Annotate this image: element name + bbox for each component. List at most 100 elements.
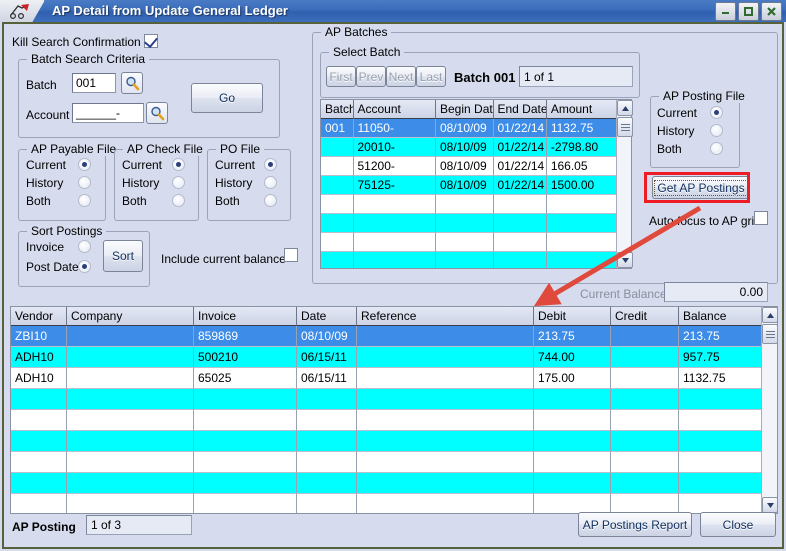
maximize-button[interactable]	[738, 2, 759, 21]
column-header[interactable]: Invoice	[194, 307, 297, 326]
table-cell	[297, 494, 357, 513]
table-cell	[679, 410, 763, 431]
table-row[interactable]	[11, 431, 777, 452]
auto-focus-checkbox[interactable]	[754, 211, 768, 225]
column-header[interactable]: Company	[67, 307, 194, 326]
ap-posting-history-label: History	[657, 124, 695, 138]
table-cell	[534, 389, 611, 410]
table-cell: 500210	[194, 347, 297, 368]
table-cell	[493, 233, 547, 252]
ap-payable-current-radio[interactable]	[78, 158, 91, 171]
batch-position-field: 1 of 1	[519, 66, 633, 87]
table-row[interactable]: ADH10 500210 06/15/11 744.00 957.75	[11, 347, 777, 368]
table-row[interactable]: 001 11050- 08/10/09 01/22/14 1132.75	[321, 119, 631, 138]
table-row[interactable]	[11, 410, 777, 431]
table-row[interactable]	[11, 389, 777, 410]
table-row[interactable]	[321, 233, 631, 252]
batch-grid-body[interactable]: 001 11050- 08/10/09 01/22/14 1132.75 20010- 08…	[321, 119, 631, 268]
table-cell	[357, 410, 534, 431]
close-dialog-button[interactable]: Close	[700, 512, 776, 537]
table-cell	[321, 157, 354, 176]
column-header[interactable]: Balance	[679, 307, 763, 326]
table-cell	[357, 494, 534, 513]
first-batch-button[interactable]: First	[326, 66, 356, 87]
sort-button[interactable]: Sort	[103, 240, 143, 272]
table-row[interactable]: ADH10 65025 06/15/11 175.00 1132.75	[11, 368, 777, 389]
batch-scroll-up-button[interactable]	[617, 100, 633, 116]
table-row[interactable]	[11, 473, 777, 494]
sort-post-date-radio[interactable]	[78, 260, 91, 273]
ap-check-history-radio[interactable]	[172, 176, 185, 189]
table-cell	[357, 452, 534, 473]
current-balance-field: 0.00	[664, 282, 768, 302]
batch-scroll-thumb[interactable]	[617, 117, 633, 137]
po-current-radio[interactable]	[264, 158, 277, 171]
table-cell	[11, 473, 67, 494]
table-row[interactable]: 20010- 08/10/09 01/22/14 -2798.80	[321, 138, 631, 157]
ap-grid-body[interactable]: ZBI10 859869 08/10/09 213.75 213.75 ADH10 5002…	[11, 326, 777, 513]
table-cell	[67, 368, 194, 389]
table-row[interactable]	[321, 214, 631, 233]
table-row[interactable]: 75125- 08/10/09 01/22/14 1500.00	[321, 176, 631, 195]
po-both-radio[interactable]	[264, 194, 277, 207]
column-header[interactable]: Date	[297, 307, 357, 326]
table-cell	[67, 431, 194, 452]
table-cell	[67, 389, 194, 410]
sort-invoice-radio[interactable]	[78, 240, 91, 253]
batch-grid[interactable]: Batch Account Begin Date End Date Amount 001…	[320, 99, 632, 269]
batch-lookup-button[interactable]	[121, 72, 143, 94]
table-row[interactable]	[11, 452, 777, 473]
account-input[interactable]: ______-	[72, 103, 144, 123]
go-button[interactable]: Go	[191, 83, 263, 113]
ap-check-current-radio[interactable]	[172, 158, 185, 171]
batch-grid-scrollbar[interactable]	[616, 100, 633, 268]
ap-payable-history-label: History	[26, 176, 64, 190]
include-current-balance-label: Include current balance	[161, 252, 286, 266]
column-header[interactable]: Begin Date	[436, 100, 494, 119]
ap-scroll-thumb[interactable]	[762, 324, 778, 344]
column-header[interactable]: End Date	[493, 100, 547, 119]
table-row[interactable]	[321, 195, 631, 214]
ap-scroll-up-button[interactable]	[762, 307, 778, 323]
table-row[interactable]	[11, 494, 777, 513]
table-row[interactable]: 51200- 08/10/09 01/22/14 166.05	[321, 157, 631, 176]
batch-scroll-down-button[interactable]	[617, 252, 633, 268]
close-button[interactable]	[761, 2, 782, 21]
last-batch-button[interactable]: Last	[416, 66, 446, 87]
ap-scroll-down-button[interactable]	[762, 497, 778, 513]
column-header[interactable]: Credit	[611, 307, 679, 326]
batch-input[interactable]: 001	[72, 73, 116, 93]
kill-search-confirmation-checkbox[interactable]	[144, 34, 158, 48]
table-cell	[11, 431, 67, 452]
ap-posting-history-radio[interactable]	[710, 124, 723, 137]
column-header[interactable]: Reference	[357, 307, 534, 326]
ap-payable-both-radio[interactable]	[78, 194, 91, 207]
ap-check-both-radio[interactable]	[172, 194, 185, 207]
ap-posting-current-radio[interactable]	[710, 106, 723, 119]
ap-grid-scrollbar[interactable]	[761, 307, 778, 513]
column-header[interactable]: Batch	[321, 100, 354, 119]
table-cell	[679, 389, 763, 410]
ap-payable-history-radio[interactable]	[78, 176, 91, 189]
column-header[interactable]: Vendor	[11, 307, 67, 326]
account-lookup-button[interactable]	[146, 102, 168, 124]
prev-batch-button[interactable]: Prev	[356, 66, 386, 87]
table-row[interactable]	[321, 252, 631, 268]
table-cell: ADH10	[11, 368, 67, 389]
next-batch-button[interactable]: Next	[386, 66, 416, 87]
ap-posting-grid[interactable]: Vendor Company Invoice Date Reference Debit Cr…	[10, 306, 778, 514]
ap-posting-both-radio[interactable]	[710, 142, 723, 155]
column-header[interactable]: Debit	[534, 307, 611, 326]
minimize-button[interactable]	[715, 2, 736, 21]
include-current-balance-checkbox[interactable]	[284, 248, 298, 262]
column-header[interactable]: Account	[353, 100, 436, 119]
table-cell	[321, 252, 354, 268]
table-cell: 06/15/11	[297, 368, 357, 389]
table-row[interactable]: ZBI10 859869 08/10/09 213.75 213.75	[11, 326, 777, 347]
po-history-radio[interactable]	[264, 176, 277, 189]
ap-postings-report-button[interactable]: AP Postings Report	[578, 512, 692, 537]
table-cell: 01/22/14	[493, 138, 547, 157]
table-cell	[611, 473, 679, 494]
get-ap-postings-button[interactable]: Get AP Postings	[652, 176, 750, 199]
table-cell: 08/10/09	[297, 326, 357, 347]
